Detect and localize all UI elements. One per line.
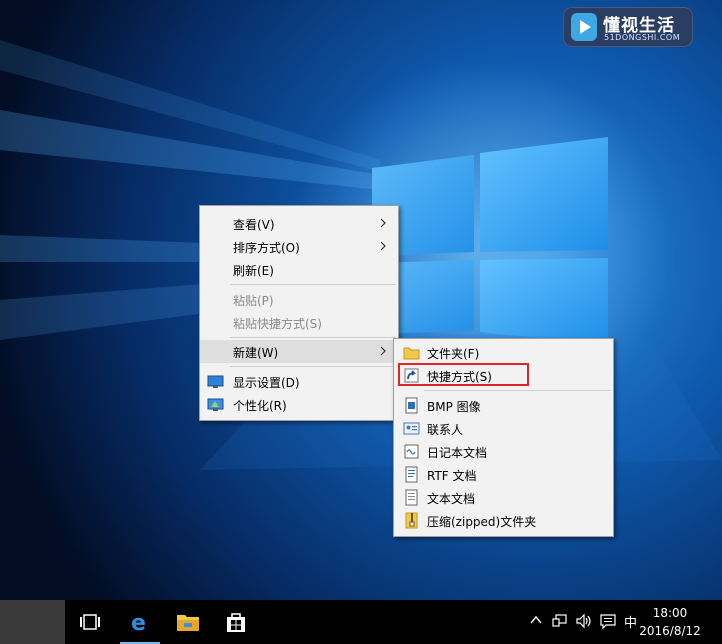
chevron-right-icon bbox=[380, 241, 386, 251]
menu-item-label: 联系人 bbox=[427, 423, 464, 437]
rtf-document-icon bbox=[405, 466, 418, 483]
action-center-icon[interactable] bbox=[600, 613, 616, 629]
clock-date: 2016/8/12 bbox=[639, 624, 701, 638]
volume-icon[interactable] bbox=[576, 613, 592, 629]
network-icon[interactable] bbox=[552, 613, 568, 629]
submenu-item-folder[interactable]: 文件夹(F) bbox=[394, 341, 613, 364]
menu-separator bbox=[230, 366, 396, 367]
submenu-item-journal[interactable]: 日记本文档 bbox=[394, 440, 613, 463]
folder-icon bbox=[403, 347, 420, 360]
chevron-up-icon[interactable] bbox=[530, 613, 542, 627]
menu-item-label: 粘贴快捷方式(S) bbox=[233, 317, 322, 331]
clock-time: 18:00 bbox=[652, 606, 688, 620]
submenu-item-contact[interactable]: 联系人 bbox=[394, 417, 613, 440]
desktop[interactable]: 懂视生活 51DONGSHI.COM 查看(V) 排序方式(O) 刷新(E) 粘… bbox=[0, 0, 722, 600]
menu-item-label: 刷新(E) bbox=[233, 264, 274, 278]
menu-item-label: 个性化(R) bbox=[233, 399, 287, 413]
menu-separator bbox=[424, 390, 611, 391]
annotation-highlight-box bbox=[398, 363, 529, 386]
task-view-button[interactable] bbox=[66, 600, 114, 644]
menu-item-label: 粘贴(P) bbox=[233, 294, 274, 308]
menu-item-personalize[interactable]: 个性化(R) bbox=[200, 393, 398, 416]
watermark-logo: 懂视生活 51DONGSHI.COM bbox=[563, 7, 693, 47]
menu-item-label: 压缩(zipped)文件夹 bbox=[427, 515, 537, 529]
journal-icon bbox=[404, 444, 419, 459]
taskbar: e 中 18:00 2016/8/12 bbox=[0, 600, 722, 644]
menu-item-label: BMP 图像 bbox=[427, 400, 481, 414]
bmp-image-icon bbox=[405, 397, 418, 414]
menu-item-refresh[interactable]: 刷新(E) bbox=[200, 258, 398, 281]
submenu-item-rtf-document[interactable]: RTF 文档 bbox=[394, 463, 613, 486]
menu-item-label: 文件夹(F) bbox=[427, 347, 480, 361]
store-button[interactable] bbox=[212, 600, 260, 644]
desktop-context-menu: 查看(V) 排序方式(O) 刷新(E) 粘贴(P) 粘贴快捷方式(S) 新建(W… bbox=[199, 205, 399, 421]
submenu-item-text-document[interactable]: 文本文档 bbox=[394, 486, 613, 509]
submenu-item-bmp-image[interactable]: BMP 图像 bbox=[394, 394, 613, 417]
menu-item-label: 显示设置(D) bbox=[233, 376, 300, 390]
menu-item-sort-by[interactable]: 排序方式(O) bbox=[200, 235, 398, 258]
submenu-item-zip-folder[interactable]: 压缩(zipped)文件夹 bbox=[394, 509, 613, 532]
menu-item-label: 查看(V) bbox=[233, 218, 275, 232]
zip-folder-icon bbox=[405, 512, 418, 529]
edge-icon: e bbox=[131, 611, 146, 634]
file-explorer-button[interactable] bbox=[164, 600, 212, 644]
store-icon bbox=[227, 613, 245, 632]
chevron-right-icon bbox=[380, 346, 386, 356]
menu-item-paste-shortcut: 粘贴快捷方式(S) bbox=[200, 311, 398, 334]
menu-separator bbox=[230, 337, 396, 338]
menu-item-new[interactable]: 新建(W) bbox=[200, 340, 398, 363]
start-button[interactable] bbox=[0, 600, 65, 644]
clock[interactable]: 18:00 2016/8/12 bbox=[634, 604, 706, 640]
menu-item-label: 新建(W) bbox=[233, 346, 279, 360]
menu-item-label: 文本文档 bbox=[427, 492, 476, 506]
file-explorer-icon bbox=[177, 615, 199, 631]
menu-item-label: RTF 文档 bbox=[427, 469, 477, 483]
display-settings-icon bbox=[207, 375, 224, 388]
contact-icon bbox=[403, 422, 420, 435]
menu-item-paste: 粘贴(P) bbox=[200, 288, 398, 311]
menu-item-label: 日记本文档 bbox=[427, 446, 488, 460]
personalize-icon bbox=[207, 398, 224, 411]
edge-browser-button[interactable]: e bbox=[116, 600, 164, 644]
chevron-right-icon bbox=[380, 218, 386, 228]
menu-item-display-settings[interactable]: 显示设置(D) bbox=[200, 370, 398, 393]
play-logo-icon bbox=[571, 13, 597, 41]
text-document-icon bbox=[405, 489, 418, 506]
watermark-subtitle: 51DONGSHI.COM bbox=[604, 33, 681, 42]
task-view-icon bbox=[80, 614, 100, 630]
menu-separator bbox=[230, 284, 396, 285]
menu-item-label: 排序方式(O) bbox=[233, 241, 300, 255]
menu-item-view[interactable]: 查看(V) bbox=[200, 212, 398, 235]
svg-text:e: e bbox=[131, 611, 146, 634]
